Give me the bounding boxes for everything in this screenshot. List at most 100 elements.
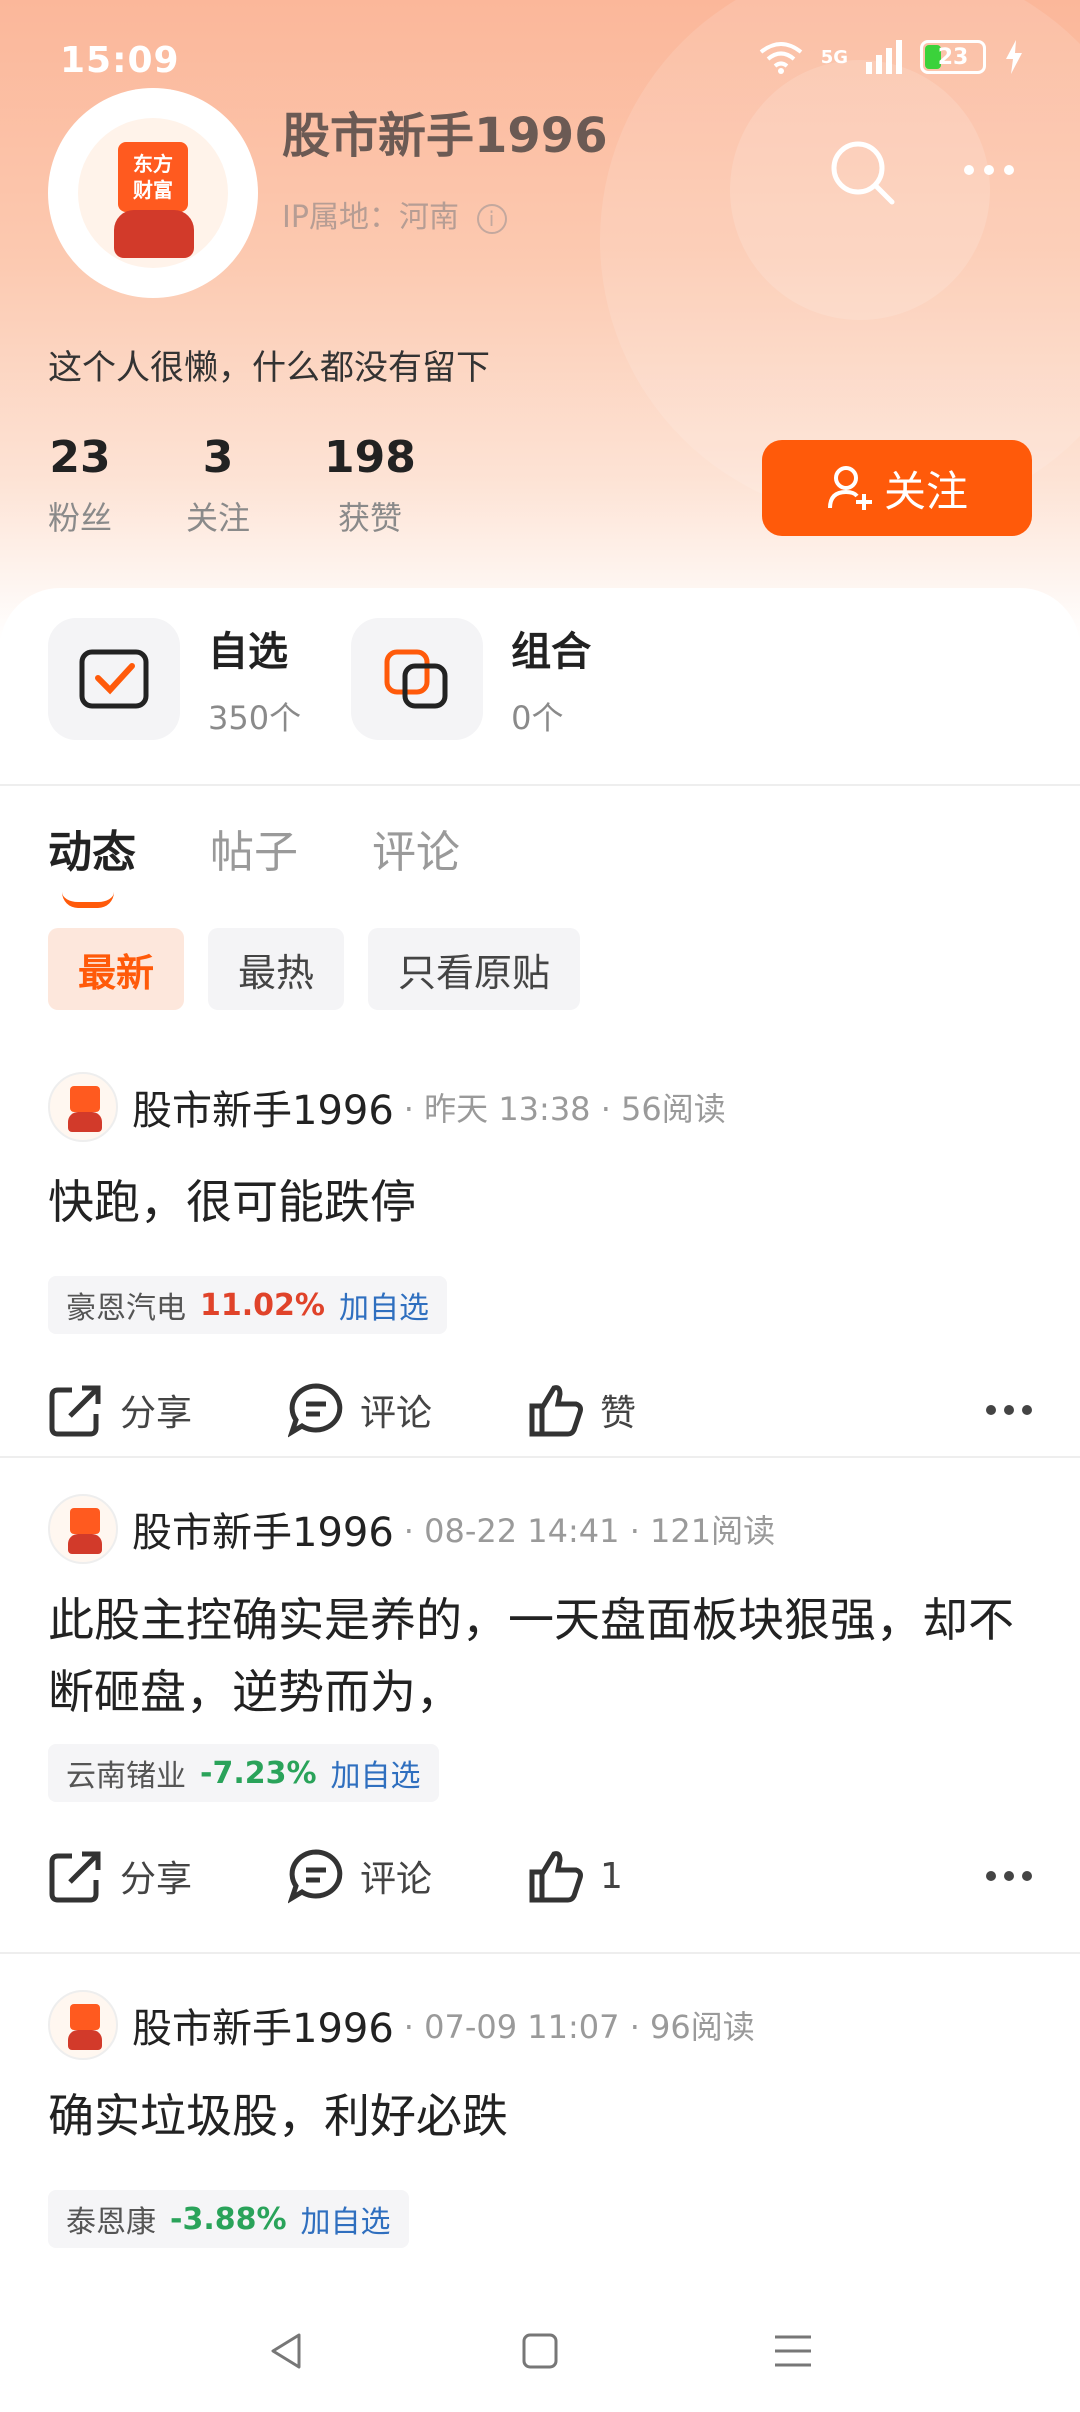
divider <box>0 1456 1080 1458</box>
divider <box>0 1952 1080 1954</box>
stat-value: 23 <box>49 432 111 483</box>
add-to-watchlist-link[interactable]: 加自选 <box>301 2197 391 2241</box>
stat-likes[interactable]: 198 获赞 <box>324 432 416 539</box>
stat-following[interactable]: 3 关注 <box>186 432 250 539</box>
author-avatar[interactable] <box>48 1072 118 1142</box>
post-header: 股市新手1996 · 昨天 13:38 · 56阅读 <box>48 1072 726 1142</box>
watchlist-count: 350个 <box>208 699 302 737</box>
post-text[interactable]: 确实垃圾股，利好必跌 <box>48 2080 1032 2152</box>
stock-change: 11.02% <box>200 1287 325 1323</box>
avatar-logo-line2: 财富 <box>133 178 173 202</box>
tab-comments[interactable]: 评论 <box>372 816 460 880</box>
post-meta: · 07-09 11:07 · 96阅读 <box>403 2008 755 2046</box>
feed-post[interactable]: 股市新手1996 · 昨天 13:38 · 56阅读 快跑，很可能跌停 豪恩汽电… <box>0 1072 1080 1452</box>
filter-original-only[interactable]: 只看原贴 <box>368 928 581 1010</box>
avatar-logo-line1: 东方 <box>133 152 173 176</box>
avatar-mascot: 东方 财富 <box>78 118 228 268</box>
signal-icon <box>866 40 902 74</box>
profile-avatar[interactable]: 东方 财富 <box>48 88 258 298</box>
feed-filters: 最新 最热 只看原贴 <box>48 928 581 1010</box>
stock-name: 云南锗业 <box>66 1759 186 1794</box>
post-text[interactable]: 快跑，很可能跌停 <box>48 1166 1032 1238</box>
stat-label: 获赞 <box>337 499 402 537</box>
stat-followers[interactable]: 23 粉丝 <box>48 432 112 539</box>
watchlist-entry[interactable]: 自选 350个 <box>48 618 301 740</box>
thumbs-up-icon <box>529 1385 583 1437</box>
share-label: 分享 <box>120 1393 193 1434</box>
add-to-watchlist-link[interactable]: 加自选 <box>339 1283 429 1327</box>
watchlist-title: 自选 <box>208 629 288 675</box>
post-author[interactable]: 股市新手1996 <box>132 1500 394 1558</box>
search-icon[interactable] <box>826 136 900 210</box>
feed-post[interactable]: 股市新手1996 · 08-22 14:41 · 121阅读 此股主控确实是养的… <box>0 1494 1080 1934</box>
like-count: 1 <box>600 1855 623 1897</box>
feed-post[interactable]: 股市新手1996 · 07-09 11:07 · 96阅读 确实垃圾股，利好必跌… <box>0 1990 1080 2270</box>
add-to-watchlist-link[interactable]: 加自选 <box>331 1751 421 1795</box>
follow-label: 关注 <box>883 466 968 516</box>
author-avatar[interactable] <box>48 1990 118 2060</box>
status-icons: 5G 23 <box>759 40 1024 74</box>
back-icon[interactable] <box>265 2329 309 2373</box>
comment-label: 评论 <box>360 1393 433 1434</box>
home-icon[interactable] <box>518 2329 562 2373</box>
stat-value: 198 <box>324 432 416 483</box>
stat-label: 粉丝 <box>48 499 113 537</box>
wifi-icon <box>759 42 802 74</box>
post-actions: 分享 评论 1 <box>48 1844 1032 1908</box>
recents-icon[interactable] <box>771 2329 815 2373</box>
post-author[interactable]: 股市新手1996 <box>132 1996 394 2054</box>
portfolio-entry[interactable]: 组合 0个 <box>351 618 591 740</box>
share-label: 分享 <box>120 1859 193 1900</box>
author-avatar[interactable] <box>48 1494 118 1564</box>
info-icon[interactable]: i <box>476 203 507 234</box>
post-header: 股市新手1996 · 07-09 11:07 · 96阅读 <box>48 1990 755 2060</box>
comment-button[interactable]: 评论 <box>288 1382 528 1438</box>
share-button[interactable]: 分享 <box>48 1382 288 1438</box>
battery-level: 23 <box>937 44 969 70</box>
more-options-icon[interactable] <box>986 1405 1032 1415</box>
status-time: 15:09 <box>60 40 180 81</box>
post-text[interactable]: 此股主控确实是养的，一天盘面板块狠强，却不断砸盘，逆势而为， <box>48 1584 1032 1728</box>
stat-label: 关注 <box>186 499 251 537</box>
stat-value: 3 <box>202 432 234 483</box>
content-tabs: 动态 帖子 评论 <box>48 816 460 908</box>
comment-label: 评论 <box>360 1859 433 1900</box>
post-header: 股市新手1996 · 08-22 14:41 · 121阅读 <box>48 1494 775 1564</box>
profile-name: 股市新手1996 <box>282 108 608 164</box>
like-label: 赞 <box>600 1393 637 1434</box>
profile-bio: 这个人很懒，什么都没有留下 <box>48 348 490 388</box>
comment-icon <box>288 1383 343 1438</box>
charging-icon <box>1006 40 1022 74</box>
battery-indicator: 23 <box>920 40 986 74</box>
profile-ip-location: IP属地：河南 i <box>282 192 507 236</box>
like-button[interactable]: 1 <box>528 1848 768 1904</box>
filter-latest[interactable]: 最新 <box>48 928 185 1010</box>
content-card: 自选 350个 组合 0个 动态 帖子 评论 最新 最热 只看原贴 股市新手19… <box>0 588 1080 2412</box>
portfolio-title: 组合 <box>511 629 592 675</box>
post-meta: · 昨天 13:38 · 56阅读 <box>403 1090 726 1128</box>
share-icon <box>49 1385 101 1437</box>
stock-tag[interactable]: 泰恩康 -3.88% 加自选 <box>48 2190 409 2248</box>
stock-name: 泰恩康 <box>66 2205 156 2240</box>
divider <box>0 784 1080 786</box>
post-author[interactable]: 股市新手1996 <box>132 1078 394 1136</box>
post-meta: · 08-22 14:41 · 121阅读 <box>403 1512 776 1550</box>
share-button[interactable]: 分享 <box>48 1848 288 1904</box>
quick-links: 自选 350个 组合 0个 <box>48 618 591 740</box>
avatar-mascot-body <box>114 210 194 258</box>
portfolio-count: 0个 <box>511 699 564 737</box>
comment-button[interactable]: 评论 <box>288 1848 528 1904</box>
tab-activity[interactable]: 动态 <box>48 816 136 908</box>
like-button[interactable]: 赞 <box>528 1382 768 1438</box>
system-navigation-bar <box>0 2290 1080 2412</box>
thumbs-up-icon <box>529 1851 583 1903</box>
more-options-icon[interactable] <box>986 1871 1032 1881</box>
stock-tag[interactable]: 云南锗业 -7.23% 加自选 <box>48 1744 439 1802</box>
stock-change: -7.23% <box>200 1755 317 1791</box>
stock-tag[interactable]: 豪恩汽电 11.02% 加自选 <box>48 1276 447 1334</box>
stock-change: -3.88% <box>170 2201 287 2237</box>
more-options-icon[interactable] <box>964 150 1028 190</box>
follow-button[interactable]: 关注 <box>762 440 1032 536</box>
tab-posts[interactable]: 帖子 <box>210 816 298 880</box>
filter-hottest[interactable]: 最热 <box>208 928 345 1010</box>
